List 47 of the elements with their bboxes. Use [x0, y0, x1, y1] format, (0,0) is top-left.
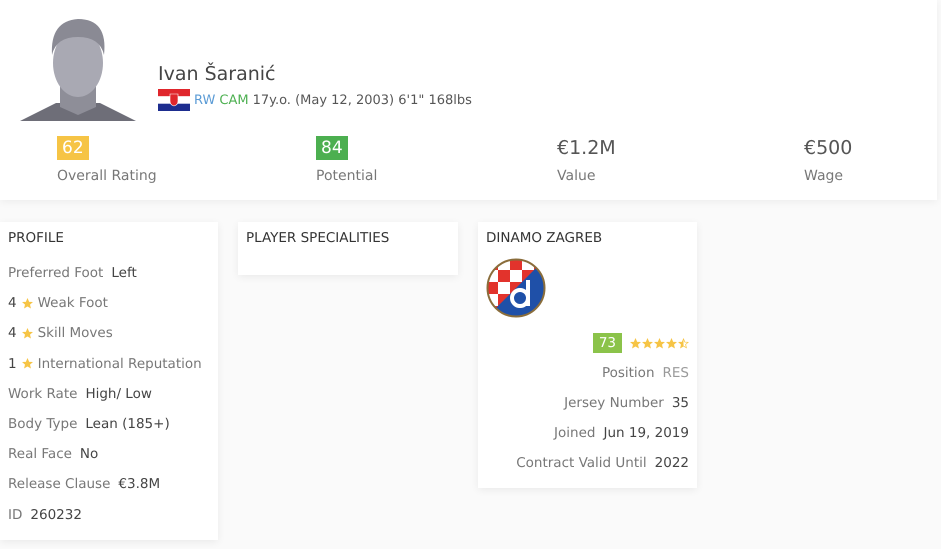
card-title: PROFILE	[8, 230, 65, 246]
attribute-label: Weak Foot	[38, 295, 108, 312]
attribute-label: Preferred Foot	[8, 265, 104, 282]
attribute-label: Contract Valid Until	[516, 455, 647, 471]
club-crest	[486, 258, 546, 318]
attribute-value: 35	[672, 395, 689, 411]
rating-badge: 62	[57, 136, 89, 160]
star-count: 4	[8, 295, 17, 312]
attribute-label: International Reputation	[38, 356, 202, 372]
attribute-value: Left	[111, 265, 137, 282]
stat-value: €500	[804, 136, 852, 160]
attribute-label: ID	[8, 506, 22, 523]
star-icon	[22, 328, 33, 339]
attribute-label: Work Rate	[8, 386, 78, 402]
attribute-value: 2022	[654, 455, 689, 471]
flag-icon	[158, 89, 190, 111]
attribute-label: Jersey Number	[564, 395, 664, 411]
attribute-value: No	[80, 446, 98, 462]
star-icon	[22, 358, 33, 370]
attribute-value: 260232	[30, 506, 82, 523]
attribute-value: High/ Low	[85, 386, 152, 402]
stat-label: Wage	[804, 168, 844, 184]
star-icon	[22, 298, 33, 309]
stat-label: Potential	[316, 168, 378, 184]
attribute-label: Release Clause	[8, 476, 110, 492]
position-tag: RW	[194, 92, 216, 108]
player-name: Ivan Šaranić	[158, 63, 276, 85]
stat-value: €1.2M	[557, 136, 616, 160]
attribute-label: Body Type	[8, 416, 78, 432]
rating-badge: 73	[592, 333, 622, 353]
card-title: DINAMO ZAGREB	[486, 230, 604, 246]
stat-label: Value	[557, 168, 596, 184]
attribute-value: Jun 19, 2019	[603, 425, 689, 441]
attribute-value: RES	[662, 365, 689, 381]
card-title: PLAYER SPECIALITIES	[246, 230, 390, 246]
position-tag: CAM	[219, 92, 249, 108]
attribute-value: €3.8M	[118, 476, 160, 492]
star-count: 1	[8, 356, 17, 372]
rating-badge: 84	[316, 136, 348, 160]
attribute-label: Skill Moves	[38, 325, 113, 342]
attribute-label: Real Face	[8, 446, 72, 462]
attribute-label: Position	[602, 365, 655, 381]
attribute-value: Lean (185+)	[85, 416, 170, 432]
player-details: 17y.o. (May 12, 2003) 6'1" 168lbs	[252, 92, 472, 108]
stat-label: Overall Rating	[57, 168, 157, 184]
star-count: 4	[8, 325, 17, 342]
attribute-label: Joined	[554, 425, 596, 441]
